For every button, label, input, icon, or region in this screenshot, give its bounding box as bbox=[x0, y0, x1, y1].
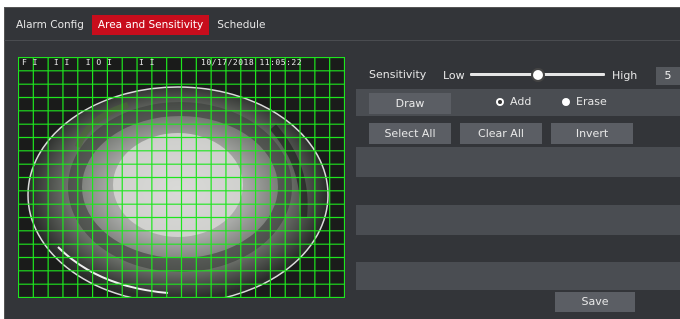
sensitivity-low-label: Low bbox=[443, 69, 465, 82]
add-radio-dot[interactable] bbox=[496, 97, 504, 106]
select-all-button[interactable]: Select All bbox=[369, 123, 451, 144]
add-radio[interactable]: Add bbox=[496, 95, 531, 108]
tab-divider bbox=[4, 40, 680, 41]
sensitivity-label: Sensitivity bbox=[369, 68, 427, 81]
add-radio-label: Add bbox=[510, 95, 532, 108]
motion-grid[interactable] bbox=[18, 57, 345, 298]
video-preview[interactable]: F I I I I O I I I 10/17/2018 11:05:22 bbox=[18, 57, 345, 298]
empty-row bbox=[356, 262, 680, 290]
video-osd: F I I I I O I I I 10/17/2018 11:05:22 bbox=[18, 57, 345, 69]
erase-radio[interactable]: Erase bbox=[562, 95, 607, 108]
tab-area-and-sensitivity[interactable]: Area and Sensitivity bbox=[91, 15, 210, 35]
erase-radio-dot[interactable] bbox=[562, 97, 570, 106]
erase-radio-label: Erase bbox=[576, 95, 607, 108]
tab-schedule[interactable]: Schedule bbox=[211, 15, 271, 35]
empty-row bbox=[356, 147, 680, 177]
clear-all-button[interactable]: Clear All bbox=[460, 123, 542, 144]
empty-row bbox=[356, 205, 680, 235]
sensitivity-value: 5 bbox=[656, 67, 680, 85]
invert-button[interactable]: Invert bbox=[551, 123, 633, 144]
osd-channel-text: F I I I I O I I I bbox=[22, 58, 155, 67]
osd-timestamp: 10/17/2018 11:05:22 bbox=[201, 58, 303, 67]
sensitivity-high-label: High bbox=[612, 69, 638, 82]
sensitivity-slider-thumb[interactable] bbox=[530, 68, 545, 82]
draw-button[interactable]: Draw bbox=[369, 93, 451, 114]
tab-bar: Alarm Config Area and Sensitivity Schedu… bbox=[10, 14, 273, 36]
tab-alarm-config[interactable]: Alarm Config bbox=[10, 15, 90, 35]
save-button[interactable]: Save bbox=[555, 292, 635, 312]
